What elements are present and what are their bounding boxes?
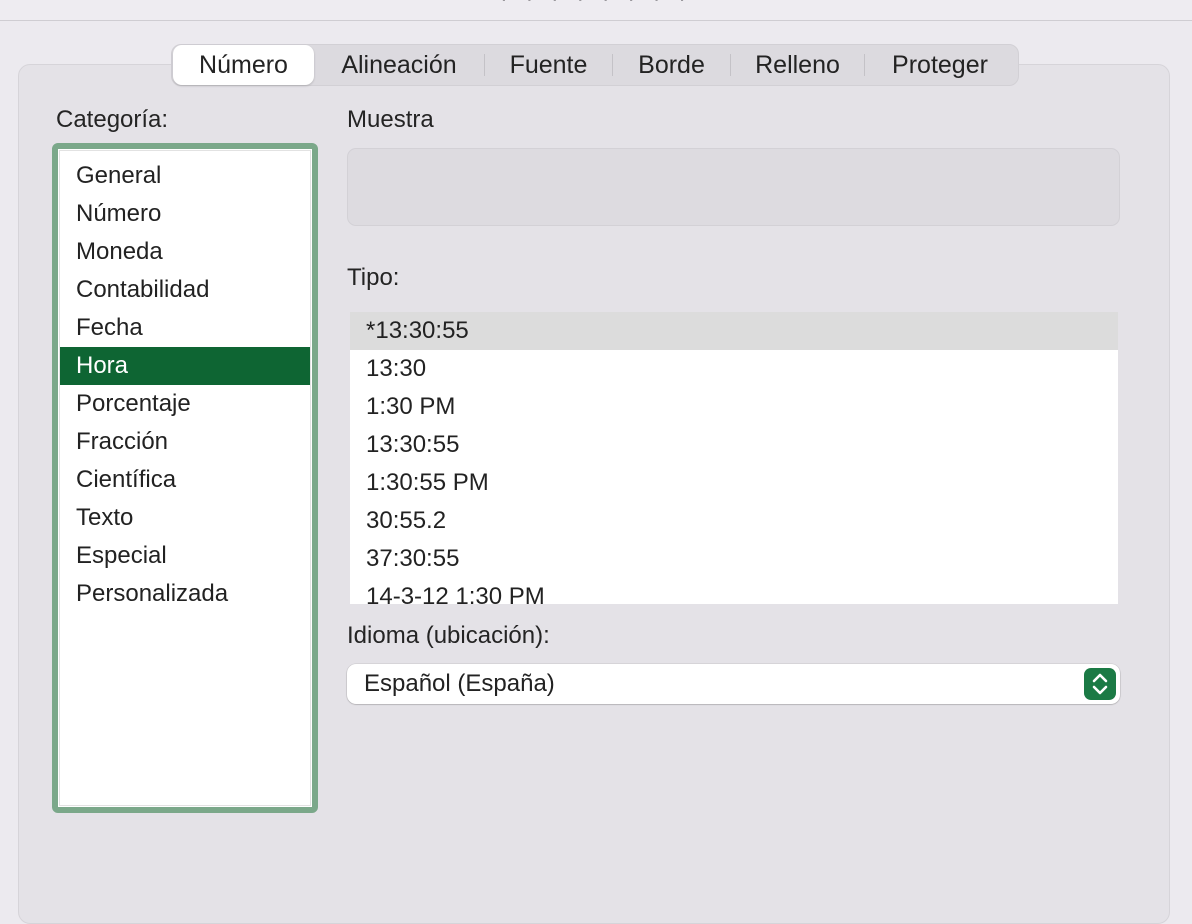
category-list: General Número Moneda Contabilidad Fecha… [60, 157, 310, 613]
category-item-fraccion[interactable]: Fracción [60, 423, 310, 461]
type-item[interactable]: 37:30:55 [350, 540, 1118, 578]
category-item-cientifica[interactable]: Científica [60, 461, 310, 499]
category-item-general[interactable]: General [60, 157, 310, 195]
window-titlebar: · · · · · · · · [0, 0, 1192, 21]
window-title: · · · · · · · · [0, 0, 1192, 12]
tab-relleno[interactable]: Relleno [731, 45, 864, 85]
sample-label: Muestra [347, 106, 434, 133]
chevron-up-down-glyph [1092, 673, 1108, 695]
type-label: Tipo: [347, 264, 400, 291]
type-item[interactable]: *13:30:55 [350, 312, 1118, 350]
category-item-porcentaje[interactable]: Porcentaje [60, 385, 310, 423]
locale-select[interactable]: Español (España) [347, 664, 1120, 704]
category-item-contabilidad[interactable]: Contabilidad [60, 271, 310, 309]
category-item-texto[interactable]: Texto [60, 499, 310, 537]
sample-preview [347, 148, 1120, 226]
tab-proteger[interactable]: Proteger [865, 45, 1015, 85]
type-item[interactable]: 30:55.2 [350, 502, 1118, 540]
category-listbox[interactable]: General Número Moneda Contabilidad Fecha… [52, 143, 318, 813]
type-item[interactable]: 13:30:55 [350, 426, 1118, 464]
type-item[interactable]: 1:30:55 PM [350, 464, 1118, 502]
type-item[interactable]: 13:30 [350, 350, 1118, 388]
tab-alineacion[interactable]: Alineación [314, 45, 484, 85]
locale-value: Español (España) [364, 670, 555, 697]
up-down-chevron-icon[interactable] [1084, 668, 1116, 700]
type-item[interactable]: 14-3-12 1:30 PM [350, 578, 1118, 604]
category-item-personalizada[interactable]: Personalizada [60, 575, 310, 613]
type-list: *13:30:55 13:30 1:30 PM 13:30:55 1:30:55… [350, 312, 1118, 604]
category-label: Categoría: [56, 106, 169, 133]
type-listbox[interactable]: *13:30:55 13:30 1:30 PM 13:30:55 1:30:55… [350, 312, 1118, 604]
tab-bar: Número Alineación Fuente Borde Relleno P… [171, 44, 1019, 86]
category-list-area: General Número Moneda Contabilidad Fecha… [59, 150, 311, 806]
tab-borde[interactable]: Borde [613, 45, 730, 85]
tab-fuente[interactable]: Fuente [485, 45, 612, 85]
type-item[interactable]: 1:30 PM [350, 388, 1118, 426]
category-item-especial[interactable]: Especial [60, 537, 310, 575]
category-item-hora[interactable]: Hora [60, 347, 310, 385]
locale-label: Idioma (ubicación): [347, 622, 550, 649]
category-item-fecha[interactable]: Fecha [60, 309, 310, 347]
category-item-moneda[interactable]: Moneda [60, 233, 310, 271]
category-item-numero[interactable]: Número [60, 195, 310, 233]
tab-numero[interactable]: Número [173, 45, 314, 85]
